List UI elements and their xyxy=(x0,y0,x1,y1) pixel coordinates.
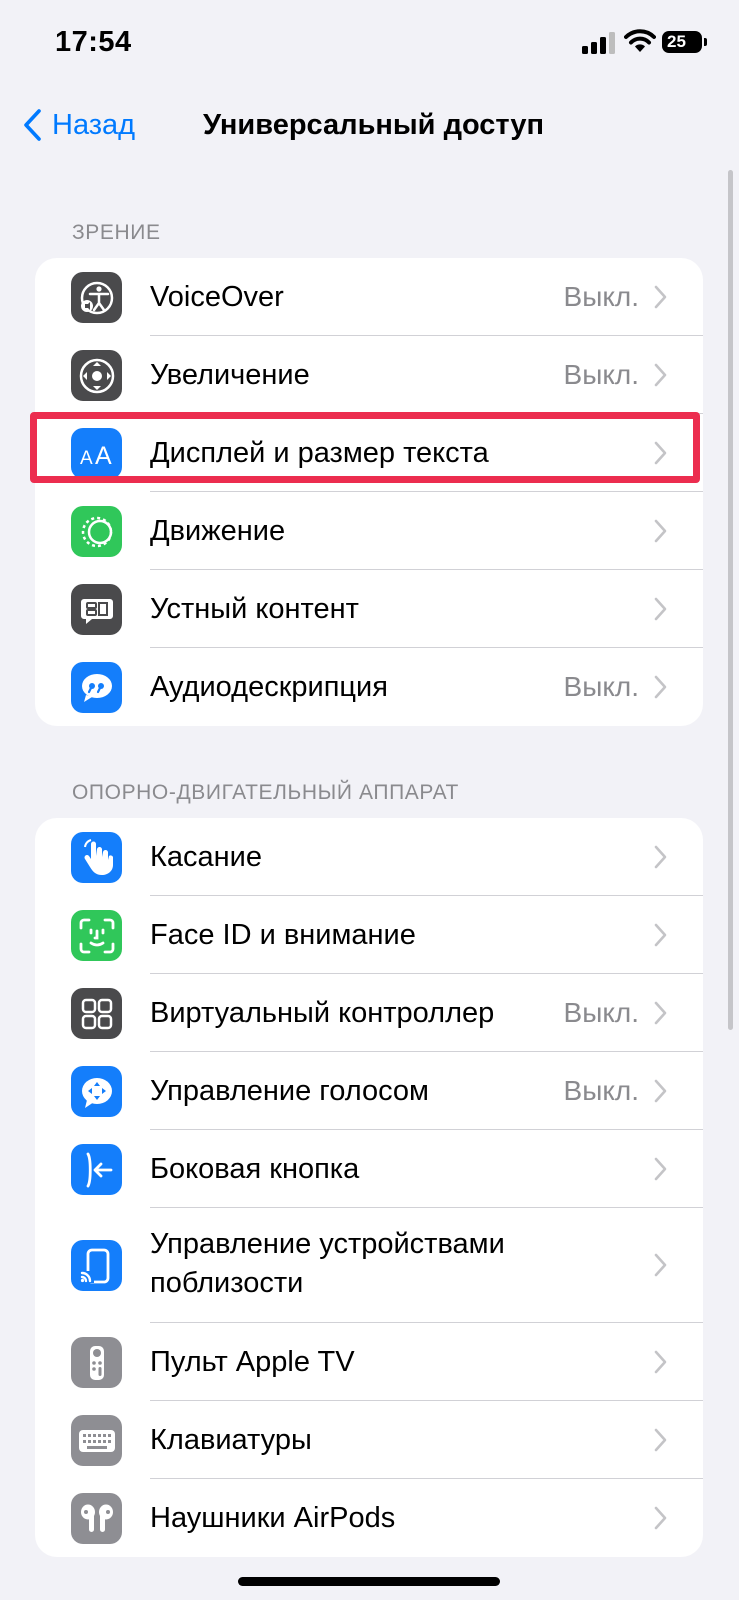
chevron-right-icon xyxy=(654,1506,667,1530)
chevron-right-icon xyxy=(654,519,667,543)
zoom-icon xyxy=(71,350,122,401)
row-value: Выкл. xyxy=(563,671,639,702)
row-label: Клавиатуры xyxy=(150,1424,312,1456)
row-label: Устный контент xyxy=(150,593,359,625)
face-id-icon xyxy=(71,910,122,961)
chevron-right-icon xyxy=(654,1001,667,1025)
chevron-right-icon xyxy=(654,1157,667,1181)
row-label: Наушники AirPods xyxy=(150,1502,396,1534)
audio-description-icon xyxy=(71,662,122,713)
chevron-right-icon xyxy=(654,1428,667,1452)
keyboard-icon xyxy=(71,1415,122,1466)
row-voice-control[interactable]: Управление голосом Выкл. xyxy=(35,1052,703,1130)
section-header-physical-motor: ОПОРНО-ДВИГАТЕЛЬНЫЙ АППАРАТ xyxy=(72,781,459,804)
chevron-right-icon xyxy=(654,1350,667,1374)
nearby-devices-icon xyxy=(71,1240,122,1291)
chevron-right-icon xyxy=(654,923,667,947)
voice-control-icon xyxy=(71,1066,122,1117)
row-label: Управление устройствами поблизости xyxy=(150,1228,505,1299)
chevron-right-icon xyxy=(654,597,667,621)
row-zoom[interactable]: Увеличение Выкл. xyxy=(35,336,703,414)
cellular-signal-icon xyxy=(582,32,618,54)
chevron-right-icon xyxy=(654,675,667,699)
settings-group-physical-motor: Касание Face ID и внимание Виртуальный к… xyxy=(35,818,703,1557)
chevron-right-icon xyxy=(654,441,667,465)
row-voiceover[interactable]: VoiceOver Выкл. xyxy=(35,258,703,336)
row-keyboards[interactable]: Клавиатуры xyxy=(35,1401,703,1479)
row-side-button[interactable]: Боковая кнопка xyxy=(35,1130,703,1208)
side-button-icon xyxy=(71,1144,122,1195)
chevron-right-icon xyxy=(654,285,667,309)
row-switch-control[interactable]: Виртуальный контроллер Выкл. xyxy=(35,974,703,1052)
row-label: Дисплей и размер текста xyxy=(150,437,489,469)
row-label: Увеличение xyxy=(150,359,310,391)
status-bar: 17:54 25 xyxy=(0,0,739,90)
row-label: Движение xyxy=(150,515,286,547)
row-label: VoiceOver xyxy=(150,281,284,313)
row-value: Выкл. xyxy=(563,1075,639,1106)
settings-group-vision: VoiceOver Выкл. Увеличение Выкл. AA Дисп… xyxy=(35,258,703,726)
svg-text:A: A xyxy=(95,442,112,469)
apple-tv-remote-icon xyxy=(71,1337,122,1388)
svg-text:A: A xyxy=(80,448,93,469)
row-label: Управление голосом xyxy=(150,1075,429,1107)
section-header-vision: ЗРЕНИЕ xyxy=(72,221,161,244)
spoken-content-icon xyxy=(71,584,122,635)
battery-level: 25 xyxy=(667,32,686,51)
scrollbar[interactable] xyxy=(728,170,733,1030)
row-label: Пульт Apple TV xyxy=(150,1346,355,1378)
row-spoken-content[interactable]: Устный контент xyxy=(35,570,703,648)
chevron-right-icon xyxy=(654,1253,667,1277)
row-face-id[interactable]: Face ID и внимание xyxy=(35,896,703,974)
row-audio-description[interactable]: Аудиодескрипция Выкл. xyxy=(35,648,703,726)
row-airpods[interactable]: Наушники AirPods xyxy=(35,1479,703,1557)
wifi-icon xyxy=(624,29,656,52)
status-time: 17:54 xyxy=(55,26,132,58)
row-value: Выкл. xyxy=(563,359,639,390)
row-value: Выкл. xyxy=(563,281,639,312)
row-label: Аудиодескрипция xyxy=(150,671,388,703)
row-label: Касание xyxy=(150,841,262,873)
switch-control-icon xyxy=(71,988,122,1039)
row-motion[interactable]: Движение xyxy=(35,492,703,570)
display-text-size-icon: AA xyxy=(71,428,122,479)
row-value: Выкл. xyxy=(563,997,639,1028)
row-label: Face ID и внимание xyxy=(150,919,416,951)
row-nearby-devices[interactable]: Управление устройствами поблизости xyxy=(35,1208,703,1323)
page-title: Универсальный доступ xyxy=(202,109,545,141)
chevron-right-icon xyxy=(654,1079,667,1103)
battery-icon: 25 xyxy=(662,31,702,53)
navigation-bar: Назад Универсальный доступ xyxy=(0,90,739,160)
row-label: Боковая кнопка xyxy=(150,1153,360,1185)
chevron-right-icon xyxy=(654,363,667,387)
battery-nub xyxy=(704,38,707,46)
touch-icon xyxy=(71,832,122,883)
motion-icon xyxy=(71,506,122,557)
chevron-right-icon xyxy=(654,845,667,869)
voiceover-icon xyxy=(71,272,122,323)
row-touch[interactable]: Касание xyxy=(35,818,703,896)
airpods-icon xyxy=(71,1493,122,1544)
row-label: Виртуальный контроллер xyxy=(150,997,495,1029)
home-indicator[interactable] xyxy=(238,1577,500,1586)
row-display-text-size[interactable]: AA Дисплей и размер текста xyxy=(35,414,703,492)
row-apple-tv-remote[interactable]: Пульт Apple TV xyxy=(35,1323,703,1401)
